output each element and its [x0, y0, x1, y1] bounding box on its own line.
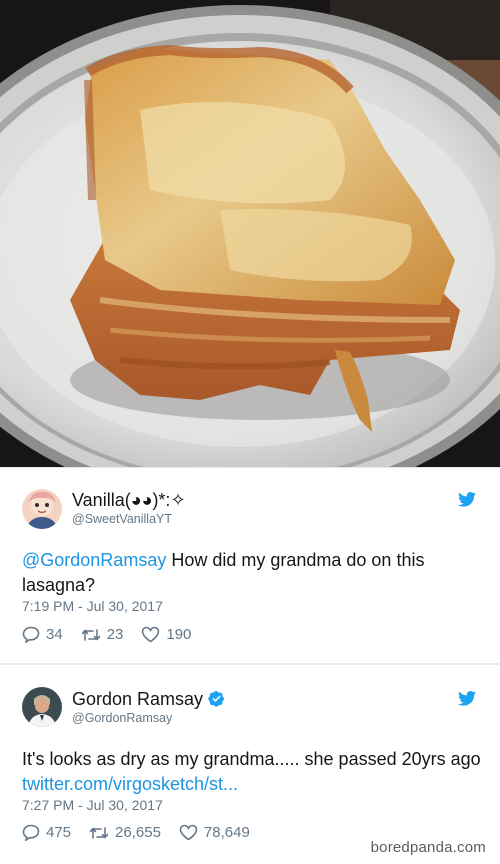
like-button[interactable]: 78,649	[179, 824, 250, 841]
tweet-text: It's looks as dry as my grandma..... she…	[22, 747, 482, 797]
tweet-text: @GordonRamsay How did my grandma do on t…	[22, 548, 482, 598]
tweet-timestamp[interactable]: 7:19 PM - Jul 30, 2017	[22, 598, 163, 614]
retweet-button[interactable]: 26,655	[89, 824, 161, 841]
avatar-gordon[interactable]	[22, 687, 62, 727]
reply-count: 34	[46, 626, 63, 643]
retweet-count: 26,655	[115, 824, 161, 841]
reply-button[interactable]: 475	[22, 824, 71, 841]
twitter-bird-icon[interactable]	[458, 691, 476, 706]
retweet-icon	[81, 628, 100, 641]
author-name-text: Gordon Ramsay	[72, 689, 204, 709]
tweet-url-link[interactable]: twitter.com/virgosketch/st...	[22, 774, 238, 794]
tweet-author-name[interactable]: Vanilla(◕◕)*:✧	[72, 490, 186, 511]
retweet-button[interactable]: 23	[81, 626, 124, 643]
tweet-timestamp[interactable]: 7:27 PM - Jul 30, 2017	[22, 797, 163, 813]
like-button[interactable]: 190	[141, 626, 191, 643]
lasagna-photo	[0, 0, 500, 467]
retweet-count: 23	[106, 626, 124, 643]
tweet-gordon: Gordon Ramsay @GordonRamsay It's looks a…	[0, 663, 500, 864]
reply-button[interactable]: 34	[22, 626, 63, 643]
verified-badge-icon	[208, 691, 224, 707]
tweet-author-name[interactable]: Gordon Ramsay	[72, 689, 225, 710]
boredpanda-watermark: boredpanda.com	[370, 839, 486, 856]
like-icon	[179, 824, 198, 841]
tweet-actions: 34 23 190	[22, 626, 209, 643]
twitter-bird-icon[interactable]	[458, 492, 476, 507]
like-icon	[142, 626, 160, 643]
tweet-vanilla: Vanilla(◕◕)*:✧ @SweetVanillaYT @GordonRa…	[0, 467, 500, 663]
reply-icon	[22, 824, 40, 841]
reply-icon	[22, 626, 40, 643]
tweet-author-handle[interactable]: @GordonRamsay	[72, 711, 172, 725]
reply-count: 475	[46, 824, 72, 841]
tweet-author-handle[interactable]: @SweetVanillaYT	[72, 512, 172, 526]
avatar-vanilla[interactable]	[22, 489, 62, 529]
like-count: 78,649	[203, 824, 250, 841]
retweet-icon	[89, 826, 109, 839]
tweet-actions: 475 26,655 78,649	[22, 824, 268, 841]
mention-link[interactable]: @GordonRamsay	[22, 550, 166, 570]
tweet-text-body: It's looks as dry as my grandma..... she…	[22, 749, 481, 769]
like-count: 190	[166, 626, 192, 643]
